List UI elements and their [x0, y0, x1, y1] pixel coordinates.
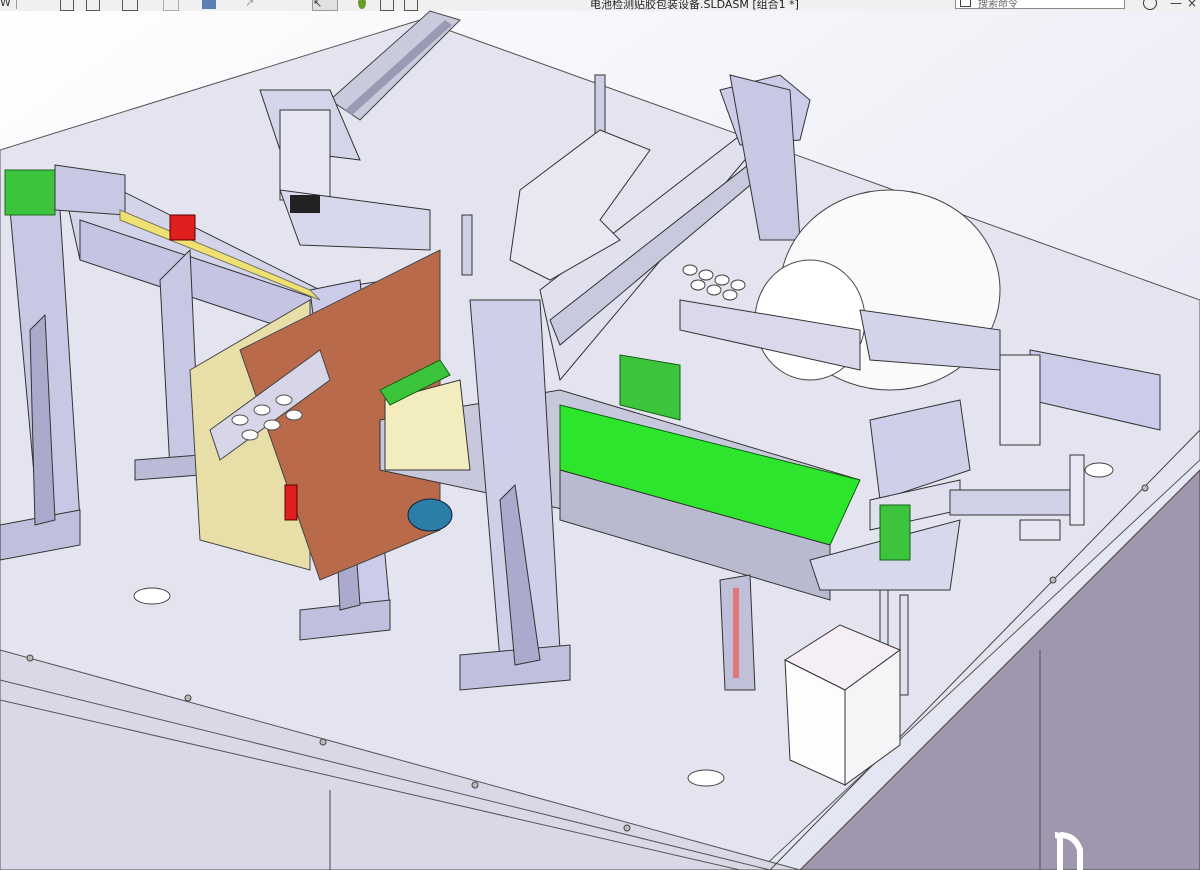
model-viewport[interactable]	[0, 0, 1200, 870]
stepper-motor-left	[4, 169, 56, 216]
